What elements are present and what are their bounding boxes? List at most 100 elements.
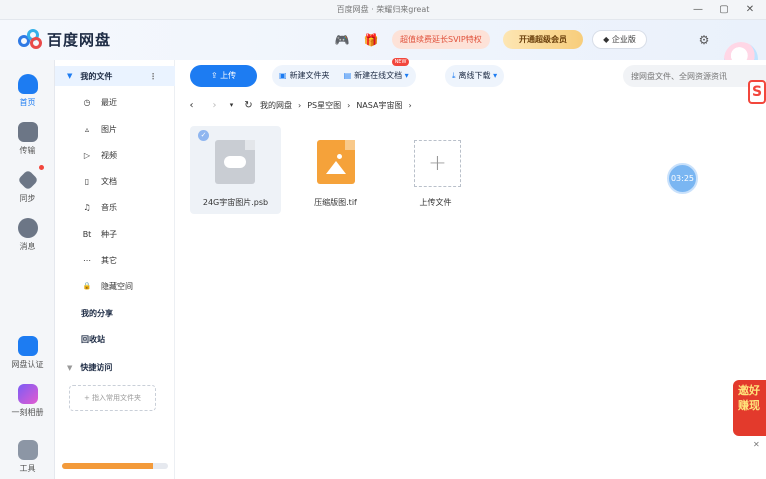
sidebar-item-other[interactable]: ⋯ 其它 bbox=[81, 251, 117, 269]
offline-download-button[interactable]: ⤓ 离线下载 ▾ bbox=[445, 65, 504, 87]
offline-download-label: 离线下载 bbox=[458, 71, 491, 80]
upload-file-tile[interactable]: + 上传文件 bbox=[390, 126, 481, 214]
cloud-icon bbox=[17, 74, 38, 94]
breadcrumb-item[interactable]: NASA宇宙图 bbox=[356, 100, 402, 111]
check-icon[interactable]: ✓ bbox=[198, 130, 209, 141]
lock-icon: 🔒 bbox=[82, 282, 92, 290]
new-doc-label: 新建在线文档 bbox=[354, 71, 403, 80]
sidebar-item-label: 其它 bbox=[101, 255, 117, 265]
open-svip-button[interactable]: 开通超级会员 bbox=[503, 30, 583, 49]
logo-text: 百度网盘 bbox=[47, 30, 112, 49]
rail-label: 同步 bbox=[19, 194, 36, 203]
toolbar-group: ▣ 新建文件夹 ▤ 新建在线文档 ▾ NEW bbox=[272, 58, 416, 87]
breadcrumb: ‹ › ▾ ↻ 我的网盘 › PS星空图 › NASA宇宙图 › bbox=[175, 94, 766, 116]
rail-label: 工具 bbox=[19, 464, 36, 473]
pin-folder-button[interactable]: + 指入常用文件夹 bbox=[69, 385, 156, 411]
window-title: 百度网盘 · 荣耀归来great bbox=[336, 5, 430, 14]
settings-icon[interactable]: ⚙ bbox=[696, 32, 712, 48]
sidebar-my-files[interactable]: ▼ 我的文件 ⋮ bbox=[55, 66, 175, 86]
toolbar: ⇪ 上传 ▣ 新建文件夹 ▤ 新建在线文档 ▾ NEW ⤓ 离线下载 ▾ bbox=[175, 58, 766, 92]
rail-item-album[interactable]: 一刻相册 bbox=[0, 384, 55, 418]
promo-banner[interactable]: 邀好 赚现 bbox=[733, 380, 766, 436]
main-panel: ⇪ 上传 ▣新建文件夹 ▤新建在线文档 ▾ NEW ⤓离线下载 ▾ ‹ › ▾ … bbox=[175, 58, 766, 479]
side-ad-badge[interactable]: S bbox=[748, 80, 766, 104]
forward-button[interactable]: › bbox=[206, 100, 223, 111]
sidebar-my-share[interactable]: 我的分享 bbox=[81, 308, 113, 319]
sidebar-item-torrent[interactable]: Bt 种子 bbox=[81, 225, 117, 243]
sidebar-item-label: 种子 bbox=[101, 229, 117, 239]
gift-icon[interactable]: 🎁 bbox=[363, 32, 379, 48]
new-folder-label: 新建文件夹 bbox=[289, 71, 330, 80]
game-icon[interactable]: 🎮 bbox=[334, 32, 350, 48]
breadcrumb-separator-icon: › bbox=[347, 100, 351, 110]
rail-item-tools[interactable]: 工具 bbox=[0, 440, 55, 474]
sidebar-recycle-bin[interactable]: 回收站 bbox=[81, 334, 105, 345]
sidebar-item-label: 图片 bbox=[101, 124, 117, 134]
rail-label: 网盘认证 bbox=[11, 360, 44, 369]
rail-label: 传输 bbox=[19, 146, 36, 155]
image-file-icon bbox=[317, 140, 355, 184]
enterprise-label: 企业版 bbox=[611, 35, 636, 44]
new-badge: NEW bbox=[391, 58, 410, 66]
notification-dot bbox=[39, 165, 44, 170]
grid-icon bbox=[17, 440, 38, 460]
new-doc-button[interactable]: ▤ 新建在线文档 ▾ NEW bbox=[337, 58, 416, 87]
caret-down-icon: ▼ bbox=[67, 364, 73, 372]
close-button[interactable]: ✕ bbox=[742, 2, 758, 18]
shield-icon bbox=[17, 336, 38, 356]
maximize-button[interactable]: ▢ bbox=[716, 2, 732, 18]
download-icon: ⤓ bbox=[452, 71, 456, 80]
sidebar-item-docs[interactable]: ▯ 文档 bbox=[81, 172, 117, 190]
chevron-down-icon: ▾ bbox=[493, 71, 498, 80]
more-icon[interactable]: ⋮ bbox=[149, 72, 157, 81]
sidebar-quick-access[interactable]: ▼ 快捷访问 bbox=[67, 362, 112, 373]
minimize-button[interactable]: — bbox=[690, 2, 706, 18]
refresh-button[interactable]: ↻ bbox=[240, 100, 257, 111]
breadcrumb-item[interactable]: PS星空图 bbox=[307, 100, 341, 111]
rail-item-home[interactable]: 首页 bbox=[0, 74, 55, 108]
file-name: 压缩版图.tif bbox=[314, 198, 357, 207]
ellipsis-icon: ⋯ bbox=[83, 255, 91, 265]
new-folder-button[interactable]: ▣ 新建文件夹 bbox=[272, 65, 337, 87]
sidebar-item-recent[interactable]: ◷ 最近 bbox=[81, 93, 118, 111]
sync-icon bbox=[16, 169, 39, 191]
back-button[interactable]: ‹ bbox=[183, 100, 200, 111]
close-icon[interactable]: ✕ bbox=[753, 440, 763, 450]
sidebar-item-label: 最近 bbox=[101, 97, 117, 107]
file-item[interactable]: 压缩版图.tif bbox=[290, 126, 381, 214]
storage-fill bbox=[62, 463, 154, 469]
sidebar-item-hidden[interactable]: 🔒 隐藏空间 bbox=[81, 277, 133, 295]
rail-item-verify[interactable]: 网盘认证 bbox=[0, 336, 55, 370]
clock-icon: ◷ bbox=[83, 97, 91, 107]
timer-bubble[interactable]: 03:25 bbox=[667, 163, 698, 194]
headphones-icon: ♫ bbox=[83, 202, 91, 212]
enterprise-icon: ◆ bbox=[603, 35, 610, 44]
play-icon: ▷ bbox=[83, 150, 91, 160]
rail-item-sync[interactable]: 同步 bbox=[0, 169, 55, 204]
search-input[interactable] bbox=[623, 65, 766, 87]
app-header: 百度网盘 🎮 🎁 超值续费延长SVIP特权 开通超级会员 ◆ 企业版 ⚙ bbox=[0, 20, 766, 76]
enterprise-button[interactable]: ◆ 企业版 bbox=[592, 30, 647, 49]
sidebar-item-video[interactable]: ▷ 视频 bbox=[81, 146, 117, 164]
rail-item-transfer[interactable]: 传输 bbox=[0, 122, 55, 156]
doc-plus-icon: ▤ bbox=[343, 71, 352, 80]
nav-rail: 首页 传输 同步 消息 网盘认证 一刻相册 工具 bbox=[0, 60, 55, 479]
album-icon bbox=[17, 384, 38, 404]
plus-icon: + bbox=[414, 140, 461, 187]
upload-button[interactable]: ⇪ 上传 bbox=[190, 65, 257, 87]
sidebar-item-music[interactable]: ♫ 音乐 bbox=[81, 198, 117, 216]
sidebar-my-files-label: 我的文件 bbox=[80, 71, 113, 81]
file-item[interactable]: ✓ 24G宇宙图片.psb bbox=[190, 126, 281, 214]
history-dropdown[interactable]: ▾ bbox=[223, 101, 240, 109]
rail-label: 首页 bbox=[19, 98, 36, 107]
sidebar-item-label: 视频 bbox=[101, 150, 117, 160]
svip-renew-button[interactable]: 超值续费延长SVIP特权 bbox=[392, 30, 490, 49]
title-bar: 百度网盘 · 荣耀归来great — ▢ ✕ bbox=[0, 0, 766, 20]
rail-item-messages[interactable]: 消息 bbox=[0, 218, 55, 252]
transfer-icon bbox=[17, 122, 38, 142]
rail-label: 一刻相册 bbox=[11, 408, 44, 417]
breadcrumb-item[interactable]: 我的网盘 bbox=[260, 100, 292, 111]
sidebar: ▼ 我的文件 ⋮ ◷ 最近 ▵ 图片 ▷ 视频 ▯ 文档 ♫ 音乐 Bt 种子 ⋯ 其它 🔒 隐… bbox=[55, 60, 175, 479]
sidebar-item-label: 隐藏空间 bbox=[101, 281, 133, 291]
sidebar-item-images[interactable]: ▵ 图片 bbox=[81, 120, 117, 138]
